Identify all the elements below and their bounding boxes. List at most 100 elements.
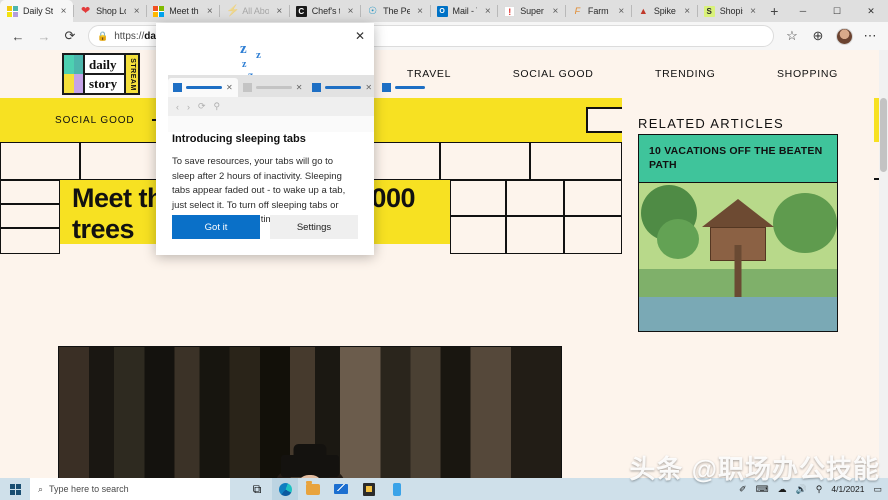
tab-label: Shopisin [719,6,743,16]
browser-toolbar: ← → ⟳ 🔒 https://da ☆ ⊕ ⋯ [0,22,888,50]
tab-label: Spike & [653,6,677,16]
circle-o-favicon-icon: ☉ [368,5,378,17]
nav-item-shopping[interactable]: SHOPPING [777,68,838,80]
cloud-icon[interactable]: ☁ [778,484,787,495]
tab-close-button[interactable]: × [274,6,285,17]
task-view-button[interactable]: ⧉ [244,478,270,500]
tab-label: Super Sh [520,6,545,16]
taskbar-app-icons: ⧉ [244,478,410,500]
browser-tab-2[interactable]: ❤ Shop Lo × [73,0,146,22]
tab-strip: Daily Sto × ❤ Shop Lo × Meet th × ⚡ All … [0,0,888,22]
keyboard-icon[interactable]: ⌨ [756,484,769,495]
pen-icon[interactable]: ✐ [739,484,747,495]
breadcrumb-category: SOCIAL GOOD [55,114,135,126]
tab-label: Meet th [169,6,199,16]
clock-date[interactable]: 4/1/2021 [831,484,864,494]
tab-close-button[interactable]: × [415,6,426,17]
notification-center-icon[interactable]: ▭ [873,484,882,495]
browser-tab-7[interactable]: O Mail - Ta × [429,0,498,22]
related-article-card-title: 10 VACATIONS OFF THE BEATEN PATH [649,145,823,171]
sleep-z-icon: z [256,49,261,61]
hat [281,455,339,477]
tab-close-button[interactable]: × [345,6,356,17]
browser-tab-10[interactable]: ▲ Spike & × [630,0,697,22]
lock-icon: 🔒 [97,30,109,41]
browser-tab-1[interactable]: Daily Sto × [0,0,74,22]
forward-button[interactable]: → [32,24,56,48]
favorite-star-icon[interactable]: ☆ [780,24,804,48]
dialog-title: Introducing sleeping tabs [172,133,306,145]
tab-close-button[interactable]: × [204,6,215,17]
browser-tab-11[interactable]: S Shopisin × [696,0,763,22]
file-explorer-icon[interactable] [300,478,326,500]
store-icon[interactable] [356,478,382,500]
sleep-z-icon: z [240,41,247,57]
outlook-favicon-icon: O [436,5,448,17]
illustration-page-area [168,116,374,132]
tab-close-button[interactable]: × [550,6,561,17]
windows-logo-icon [9,483,21,495]
store-glyph [363,482,375,496]
phone-icon[interactable] [384,478,410,500]
taskbar-search-input[interactable]: ⌕ Type here to search [30,478,230,500]
logo-squares-icon [64,55,85,93]
tab-label: Daily Sto [23,6,54,16]
tab-close-button[interactable]: × [131,6,142,17]
maximize-button[interactable]: ☐ [820,0,854,22]
browser-tab-4-sleeping[interactable]: ⚡ All Abou × [219,0,288,22]
related-article-card[interactable]: 10 VACATIONS OFF THE BEATEN PATH [638,134,838,332]
related-article-card-header: 10 VACATIONS OFF THE BEATEN PATH [639,135,837,183]
start-button[interactable] [0,478,30,500]
letter-s-favicon-icon: S [703,5,715,17]
site-logo[interactable]: daily story STREAM [62,53,140,95]
settings-button[interactable]: Settings [270,215,358,239]
minimize-button[interactable]: ─ [786,0,820,22]
grid-favicon-icon [7,5,18,17]
browser-tab-9[interactable]: F Farm to × [564,0,631,22]
tab-label: The Pet [383,6,410,16]
hero-photo [58,346,562,478]
site-header: daily story STREAM NT TRAVEL SOCIAL GOOD… [0,50,888,98]
browser-tab-5[interactable]: C Chef's t × [288,0,360,22]
search-icon: ⌕ [38,483,44,494]
volume-icon[interactable]: 🔊 [796,484,807,495]
tab-close-button[interactable]: × [616,6,627,17]
windows-taskbar: ⌕ Type here to search ⧉ ✐ ⌨ ☁ 🔊 ⚲ 4/1/20… [0,478,888,500]
sleep-z-icon: z [242,59,247,70]
logo-line-1: daily [85,56,124,75]
back-button[interactable]: ← [6,24,30,48]
tab-label: All Abou [242,6,269,16]
window-controls: ─ ☐ ✕ [786,0,888,22]
collections-icon[interactable]: ⊕ [806,24,830,48]
profile-avatar[interactable] [832,24,856,48]
tab-close-button[interactable]: × [682,6,693,17]
network-icon[interactable]: ⚲ [816,484,823,495]
nav-item-trending[interactable]: TRENDING [655,68,715,80]
tab-close-button[interactable]: × [482,6,493,17]
toolbar-right-actions: ☆ ⊕ ⋯ [780,24,882,48]
nav-item-social-good[interactable]: SOCIAL GOOD [513,68,594,80]
microsoft-favicon-icon [153,5,165,17]
more-options-icon[interactable]: ⋯ [858,24,882,48]
tab-label: Mail - Ta [452,6,478,16]
refresh-button[interactable]: ⟳ [58,24,82,48]
scrollbar-thumb[interactable] [880,98,887,172]
new-tab-button[interactable]: + [763,0,786,22]
got-it-button[interactable]: Got it [172,215,260,239]
browser-tab-8[interactable]: ! Super Sh × [497,0,565,22]
illustration-search-icon: ⚲ [213,101,221,111]
browser-tab-6[interactable]: ☉ The Pet × [360,0,429,22]
edge-icon[interactable] [272,478,298,500]
logo-stream-tab: STREAM [124,55,138,93]
mail-icon[interactable] [328,478,354,500]
close-window-button[interactable]: ✕ [854,0,888,22]
triangle-favicon-icon: ▲ [638,5,648,16]
tab-close-button[interactable]: × [748,6,759,17]
related-articles-rail: RELATED ARTICLES 10 VACATIONS OFF THE BE… [622,98,874,478]
sleeping-tabs-dialog: ✕ z z z z ✕ ✕ ✕ [156,23,426,255]
page-scrollbar[interactable] [879,50,888,478]
illustration-tab-sleeping: ✕ [238,78,308,97]
browser-tab-3[interactable]: Meet th × [146,0,219,22]
illustration-toolbar: ‹ › ⟳ ⚲ [168,97,374,116]
tab-close-button[interactable]: × [58,6,69,17]
